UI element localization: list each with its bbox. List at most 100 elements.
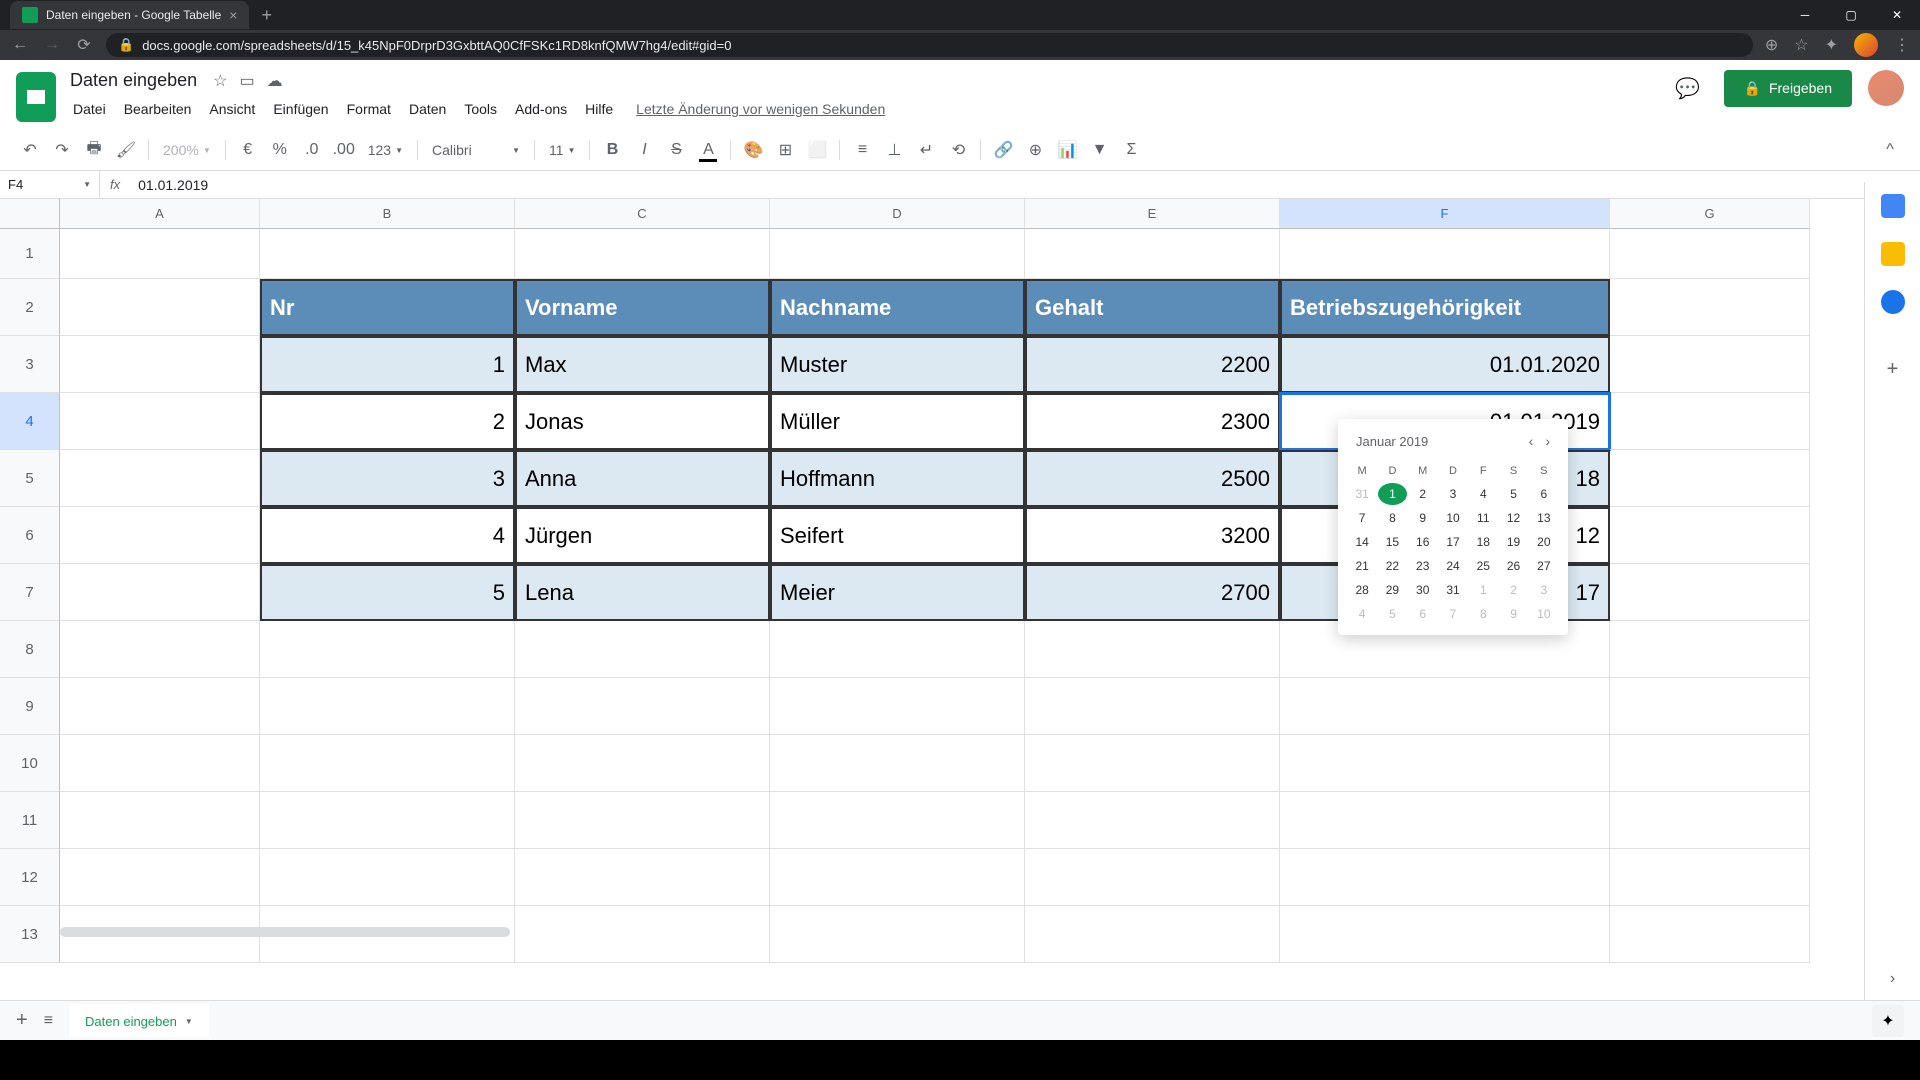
borders-button[interactable]: ⊞ bbox=[771, 136, 799, 164]
cell[interactable] bbox=[515, 678, 770, 735]
undo-button[interactable]: ↶ bbox=[16, 136, 44, 164]
cell[interactable] bbox=[1280, 792, 1610, 849]
cell[interactable] bbox=[1280, 229, 1610, 279]
column-header[interactable]: E bbox=[1025, 199, 1280, 229]
cell[interactable] bbox=[770, 229, 1025, 279]
calendar-day[interactable]: 1 bbox=[1378, 483, 1406, 505]
calendar-day[interactable]: 29 bbox=[1378, 579, 1406, 601]
h-align-button[interactable]: ≡ bbox=[848, 136, 876, 164]
column-header[interactable]: F bbox=[1280, 199, 1610, 229]
cell[interactable]: 4 bbox=[260, 507, 515, 564]
cell[interactable] bbox=[60, 792, 260, 849]
strikethrough-button[interactable]: S bbox=[662, 136, 690, 164]
last-edit-text[interactable]: Letzte Änderung vor wenigen Sekunden bbox=[636, 97, 885, 121]
v-align-button[interactable]: ⊥ bbox=[880, 136, 908, 164]
calendar-day[interactable]: 31 bbox=[1348, 483, 1376, 505]
bold-button[interactable]: B bbox=[598, 136, 626, 164]
calendar-day[interactable]: 7 bbox=[1348, 507, 1376, 529]
collapse-toolbar-button[interactable]: ^ bbox=[1876, 136, 1904, 164]
row-header[interactable]: 13 bbox=[0, 906, 60, 963]
move-icon[interactable]: ▭ bbox=[239, 71, 254, 91]
column-header[interactable]: C bbox=[515, 199, 770, 229]
chevron-down-icon[interactable]: ▼ bbox=[185, 1017, 193, 1026]
cell[interactable] bbox=[770, 849, 1025, 906]
cell[interactable] bbox=[1610, 849, 1810, 906]
url-bar[interactable]: 🔒 docs.google.com/spreadsheets/d/15_k45N… bbox=[106, 33, 1753, 57]
row-header[interactable]: 9 bbox=[0, 678, 60, 735]
menu-tools[interactable]: Tools bbox=[457, 97, 504, 121]
calendar-day[interactable]: 3 bbox=[1530, 579, 1558, 601]
row-header[interactable]: 2 bbox=[0, 279, 60, 336]
calendar-day[interactable]: 1 bbox=[1469, 579, 1497, 601]
cell[interactable]: Hoffmann bbox=[770, 450, 1025, 507]
calendar-day[interactable]: 27 bbox=[1530, 555, 1558, 577]
doc-title[interactable]: Daten eingeben bbox=[66, 68, 201, 93]
wrap-button[interactable]: ↵ bbox=[912, 136, 940, 164]
row-header[interactable]: 4 bbox=[0, 393, 60, 450]
print-button[interactable]: 🖶 bbox=[80, 136, 108, 164]
cell[interactable] bbox=[60, 621, 260, 678]
menu-data[interactable]: Daten bbox=[402, 97, 453, 121]
cell[interactable]: Nr bbox=[260, 279, 515, 336]
cell[interactable] bbox=[1025, 678, 1280, 735]
add-sheet-button[interactable]: + bbox=[16, 1009, 28, 1032]
row-header[interactable]: 11 bbox=[0, 792, 60, 849]
cell[interactable] bbox=[260, 229, 515, 279]
calendar-day[interactable]: 20 bbox=[1530, 531, 1558, 553]
cell[interactable]: Müller bbox=[770, 393, 1025, 450]
close-window-button[interactable]: ✕ bbox=[1874, 0, 1920, 30]
calendar-day[interactable]: 31 bbox=[1439, 579, 1467, 601]
star-icon[interactable]: ☆ bbox=[1794, 35, 1808, 55]
cell[interactable] bbox=[1610, 393, 1810, 450]
calendar-day[interactable]: 4 bbox=[1469, 483, 1497, 505]
row-header[interactable]: 6 bbox=[0, 507, 60, 564]
cell[interactable] bbox=[515, 735, 770, 792]
calendar-day[interactable]: 6 bbox=[1409, 603, 1437, 625]
cell[interactable]: 1 bbox=[260, 336, 515, 393]
link-button[interactable]: 🔗 bbox=[989, 136, 1017, 164]
explore-button[interactable]: ✦ bbox=[1872, 1005, 1904, 1037]
calendar-day[interactable]: 9 bbox=[1499, 603, 1527, 625]
fill-color-button[interactable]: 🎨 bbox=[739, 136, 767, 164]
calendar-day[interactable]: 26 bbox=[1499, 555, 1527, 577]
cell[interactable]: Jonas bbox=[515, 393, 770, 450]
all-sheets-button[interactable]: ≡ bbox=[44, 1012, 53, 1030]
cell[interactable] bbox=[60, 393, 260, 450]
grid-container[interactable]: ABCDEFG12NrVornameNachnameGehaltBetriebs… bbox=[0, 199, 1920, 1014]
row-header[interactable]: 7 bbox=[0, 564, 60, 621]
cell[interactable] bbox=[60, 279, 260, 336]
cell[interactable] bbox=[1610, 792, 1810, 849]
percent-button[interactable]: % bbox=[266, 136, 294, 164]
cell[interactable]: Seifert bbox=[770, 507, 1025, 564]
cell[interactable] bbox=[770, 906, 1025, 963]
cell[interactable] bbox=[1025, 735, 1280, 792]
cell[interactable] bbox=[1610, 564, 1810, 621]
menu-edit[interactable]: Bearbeiten bbox=[117, 97, 199, 121]
merge-button[interactable]: ⬜ bbox=[803, 136, 831, 164]
row-header[interactable]: 3 bbox=[0, 336, 60, 393]
cell[interactable] bbox=[1280, 678, 1610, 735]
cell[interactable] bbox=[515, 849, 770, 906]
column-header[interactable]: D bbox=[770, 199, 1025, 229]
calendar-day[interactable]: 12 bbox=[1499, 507, 1527, 529]
cell[interactable] bbox=[60, 849, 260, 906]
forward-button[interactable]: → bbox=[42, 36, 62, 54]
font-select[interactable]: Calibri▼ bbox=[426, 138, 526, 162]
calendar-day[interactable]: 5 bbox=[1378, 603, 1406, 625]
menu-addons[interactable]: Add-ons bbox=[508, 97, 574, 121]
calendar-addon-icon[interactable] bbox=[1881, 194, 1905, 218]
cell[interactable] bbox=[515, 621, 770, 678]
cell[interactable] bbox=[1610, 507, 1810, 564]
calendar-day[interactable]: 2 bbox=[1499, 579, 1527, 601]
cell[interactable]: 2 bbox=[260, 393, 515, 450]
cell[interactable]: 2300 bbox=[1025, 393, 1280, 450]
cell[interactable] bbox=[770, 735, 1025, 792]
cell[interactable] bbox=[60, 678, 260, 735]
decimal-decrease-button[interactable]: .0 bbox=[298, 136, 326, 164]
decimal-increase-button[interactable]: .00 bbox=[330, 136, 358, 164]
cell[interactable]: 3200 bbox=[1025, 507, 1280, 564]
cell[interactable] bbox=[1280, 849, 1610, 906]
functions-button[interactable]: Σ bbox=[1117, 136, 1145, 164]
menu-insert[interactable]: Einfügen bbox=[266, 97, 335, 121]
cell[interactable]: 3 bbox=[260, 450, 515, 507]
